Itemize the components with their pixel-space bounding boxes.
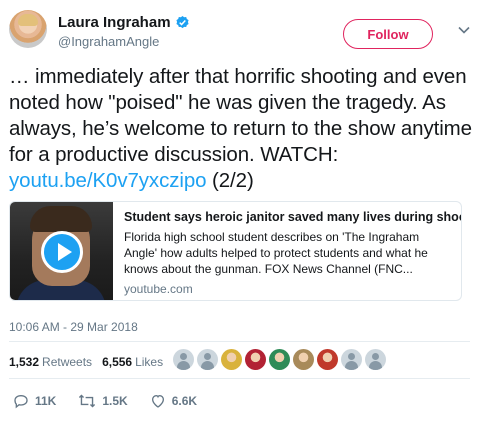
default-avatar-icon[interactable] [173,349,194,370]
default-avatar-icon[interactable] [197,349,218,370]
engagement-stats: 1,532 Retweets 6,556 Likes [9,355,173,369]
author-name-row: Laura Ingraham [58,14,190,31]
reply-count: 11K [35,394,57,408]
tweet-header: Laura Ingraham @IngrahamAngle Follow [9,10,470,56]
user-avatar-icon[interactable] [269,349,290,370]
like-button[interactable]: 6.6K [150,393,197,409]
retweets-stat[interactable]: 1,532 Retweets [9,355,92,369]
flag-avatar-icon[interactable] [245,349,266,370]
follow-button[interactable]: Follow [343,19,433,49]
likes-label: Likes [135,355,164,369]
author-handle[interactable]: @IngrahamAngle [58,34,159,49]
default-avatar-icon[interactable] [365,349,386,370]
default-avatar-icon[interactable] [341,349,362,370]
divider [9,341,470,342]
retweet-count: 1.5K [102,394,128,408]
tweet-text: … immediately after that horrific shooti… [9,64,477,194]
like-count: 6.6K [171,394,198,408]
card-title: Student says heroic janitor saved many l… [124,210,462,224]
tweet-actions: 11K 1.5K 6.6K [13,393,219,409]
tweet-timestamp[interactable]: 10:06 AM - 29 Mar 2018 [9,320,138,334]
card-description: Florida high school student describes on… [124,230,428,276]
chevron-down-icon[interactable] [458,24,470,36]
likers-avatars [173,349,389,370]
tweet-link[interactable]: youtu.be/K0v7yxczipo [9,169,207,192]
author-name[interactable]: Laura Ingraham [58,14,171,31]
user-avatar-icon[interactable] [221,349,242,370]
reply-icon [14,394,28,409]
play-icon[interactable] [41,231,83,273]
likes-count: 6,556 [102,355,133,369]
retweet-button[interactable]: 1.5K [78,393,128,409]
card-body: Student says heroic janitor saved many l… [124,210,462,296]
video-thumbnail[interactable] [10,202,113,300]
heart-icon [151,394,164,408]
verified-badge-icon [175,15,189,29]
retweets-label: Retweets [42,355,93,369]
divider [9,378,470,379]
author-avatar[interactable] [9,10,47,48]
retweet-icon [79,394,96,408]
user-avatar-icon[interactable] [293,349,314,370]
likes-stat[interactable]: 6,556 Likes [102,355,163,369]
reply-button[interactable]: 11K [13,393,56,409]
tweet-text-suffix: (2/2) [206,169,254,192]
link-preview-card[interactable]: Student says heroic janitor saved many l… [9,201,462,301]
retweets-count: 1,532 [9,355,40,369]
user-avatar-icon[interactable] [317,349,338,370]
card-domain: youtube.com [124,282,193,296]
tweet-text-body: … immediately after that horrific shooti… [9,65,472,166]
